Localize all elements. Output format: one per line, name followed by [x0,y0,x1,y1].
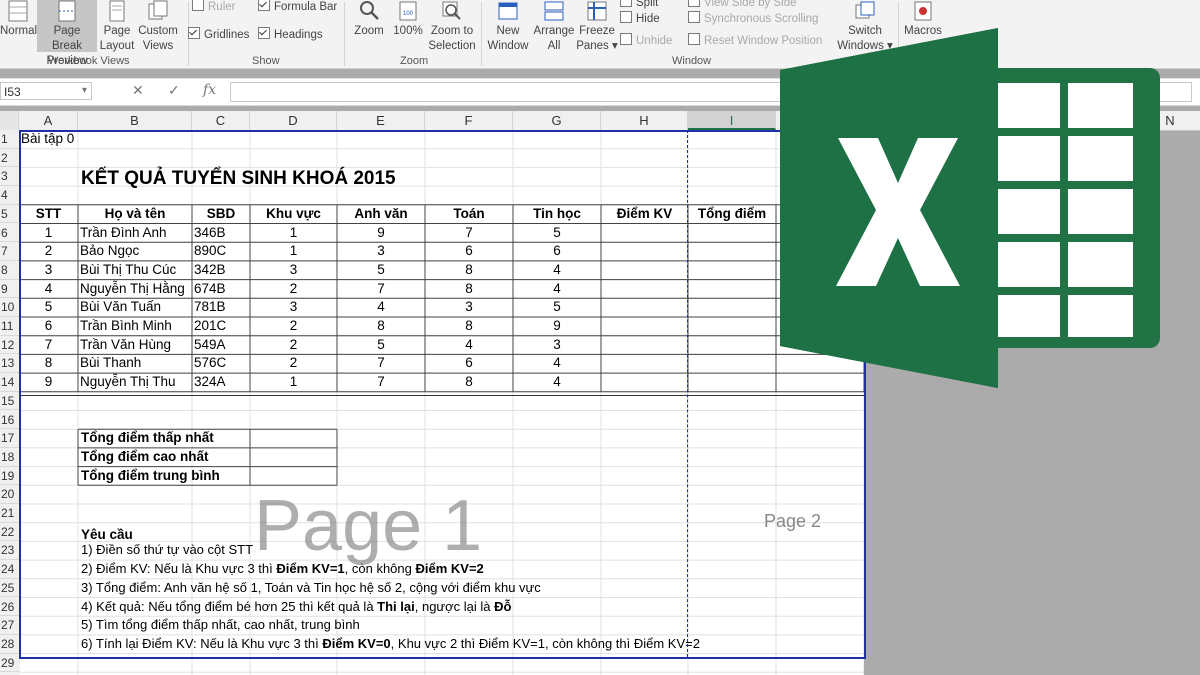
row-header-24[interactable]: 24 [0,560,19,579]
gridlines-checkbox[interactable]: Gridlines [188,27,249,42]
row-header-17[interactable]: 17 [0,429,19,448]
column-header-i[interactable]: I [688,111,776,130]
row-header-12[interactable]: 12 [0,335,19,355]
checkbox-checked-icon [258,0,270,11]
split-button[interactable]: Split [620,0,658,10]
row-header-14[interactable]: 14 [0,373,19,392]
unhide-icon [620,33,632,45]
chevron-down-icon[interactable]: ▾ [82,85,87,96]
group-label-show: Show [252,55,280,67]
page-border-horizontal [19,395,864,396]
worksheet-grid[interactable]: Bài tập 0 KẾT QUẢ TUYỂN SINH KHOÁ 2015 S… [19,130,866,675]
group-separator [344,2,345,66]
row-header-2[interactable]: 2 [0,148,19,168]
row-header-21[interactable]: 21 [0,504,19,523]
row-header-8[interactable]: 8 [0,260,19,280]
row-header-16[interactable]: 16 [0,410,19,430]
sync-scroll-icon [688,11,700,23]
row-header-6[interactable]: 6 [0,223,19,243]
row-header-11[interactable]: 11 [0,317,19,336]
cancel-icon[interactable]: ✕ [132,82,144,99]
row-headers: 1 2 3 4 5 6 7 8 9 10 11 12 13 14 15 16 17 18 19 20 21 22 23 24 2… [0,130,20,675]
hide-icon [620,11,632,23]
column-header-a[interactable]: A [19,111,78,130]
reset-window-icon [688,33,700,45]
row-header-27[interactable]: 27 [0,616,19,635]
name-box[interactable]: I53 [0,82,92,100]
column-header-g[interactable]: G [513,111,601,130]
row-header-4[interactable]: 4 [0,186,19,205]
row-header-9[interactable]: 9 [0,279,19,299]
headings-checkbox[interactable]: Headings [258,27,323,42]
formula-bar-checkbox[interactable]: Formula Bar [258,0,337,14]
row-header-23[interactable]: 23 [0,541,19,561]
page-break-preview-button[interactable]: Page Break Preview [37,0,97,67]
row-header-28[interactable]: 28 [0,634,19,654]
group-label-zoom: Zoom [400,55,429,67]
switch-windows-icon [855,1,875,19]
hide-button[interactable]: Hide [620,11,660,26]
normal-view-button[interactable]: Normal [0,0,37,39]
row-header-1[interactable]: 1 [0,130,19,149]
column-header-h[interactable]: H [601,111,688,130]
new-window-button[interactable]: New Window [484,0,532,54]
ruler-checkbox[interactable]: Ruler [192,0,235,14]
checkbox-checked-icon [188,27,200,39]
custom-views-button[interactable]: Custom Views [137,0,179,54]
column-header-c[interactable]: C [192,111,250,130]
freeze-panes-icon [587,1,607,21]
new-window-icon [498,2,518,20]
row-header-3[interactable]: 3 [0,167,19,187]
view-side-by-side-button[interactable]: View Side by Side [688,0,796,10]
row-header-5[interactable]: 5 [0,204,19,224]
group-label-workbook-views: Workbook Views [48,55,130,67]
arrange-all-icon [544,1,564,21]
enter-icon[interactable]: ✓ [168,82,180,99]
row-header-19[interactable]: 19 [0,466,19,486]
zoom-100-button[interactable]: 100 100% [392,0,424,39]
zoom-to-selection-button[interactable]: Zoom to Selection [426,0,478,54]
freeze-panes-button[interactable]: Freeze Panes ▾ [576,0,618,54]
row-header-18[interactable]: 18 [0,447,19,467]
macros-icon [914,1,932,21]
row-header-13[interactable]: 13 [0,354,19,374]
group-label-window: Window [672,55,712,67]
custom-views-icon [148,0,168,20]
insert-function-icon[interactable]: fx [203,82,216,98]
select-all-corner[interactable] [0,111,19,130]
page-layout-icon [109,0,125,22]
normal-view-icon [8,0,28,22]
row-header-10[interactable]: 10 [0,298,19,317]
zoom-100-icon: 100 [399,1,417,21]
row-header-22[interactable]: 22 [0,522,19,542]
magnifier-icon [360,1,379,20]
column-header-b[interactable]: B [78,111,192,130]
page-break-line [687,130,688,657]
row-header-26[interactable]: 26 [0,597,19,617]
arrange-all-button[interactable]: Arrange All [532,0,576,54]
row-header-29[interactable]: 29 [0,653,19,673]
column-header-e[interactable]: E [337,111,425,130]
row-header-15[interactable]: 15 [0,391,19,411]
svg-text:100: 100 [403,11,414,17]
page-break-preview-icon [58,0,76,22]
group-separator [481,2,482,66]
split-icon [620,0,632,7]
checkbox-checked-icon [258,27,270,39]
column-header-f[interactable]: F [425,111,513,130]
synchronous-scrolling-button[interactable]: Synchronous Scrolling [688,11,818,26]
checkbox-icon [192,0,204,11]
zoom-selection-icon [442,1,461,20]
row-header-20[interactable]: 20 [0,485,19,504]
excel-logo-icon [780,28,1160,388]
page-layout-button[interactable]: Page Layout [98,0,136,54]
side-by-side-icon [688,0,700,7]
row-header-7[interactable]: 7 [0,242,19,261]
zoom-button[interactable]: Zoom [350,0,388,39]
column-header-d[interactable]: D [250,111,337,130]
row-header-25[interactable]: 25 [0,578,19,598]
unhide-button[interactable]: Unhide [620,33,672,48]
